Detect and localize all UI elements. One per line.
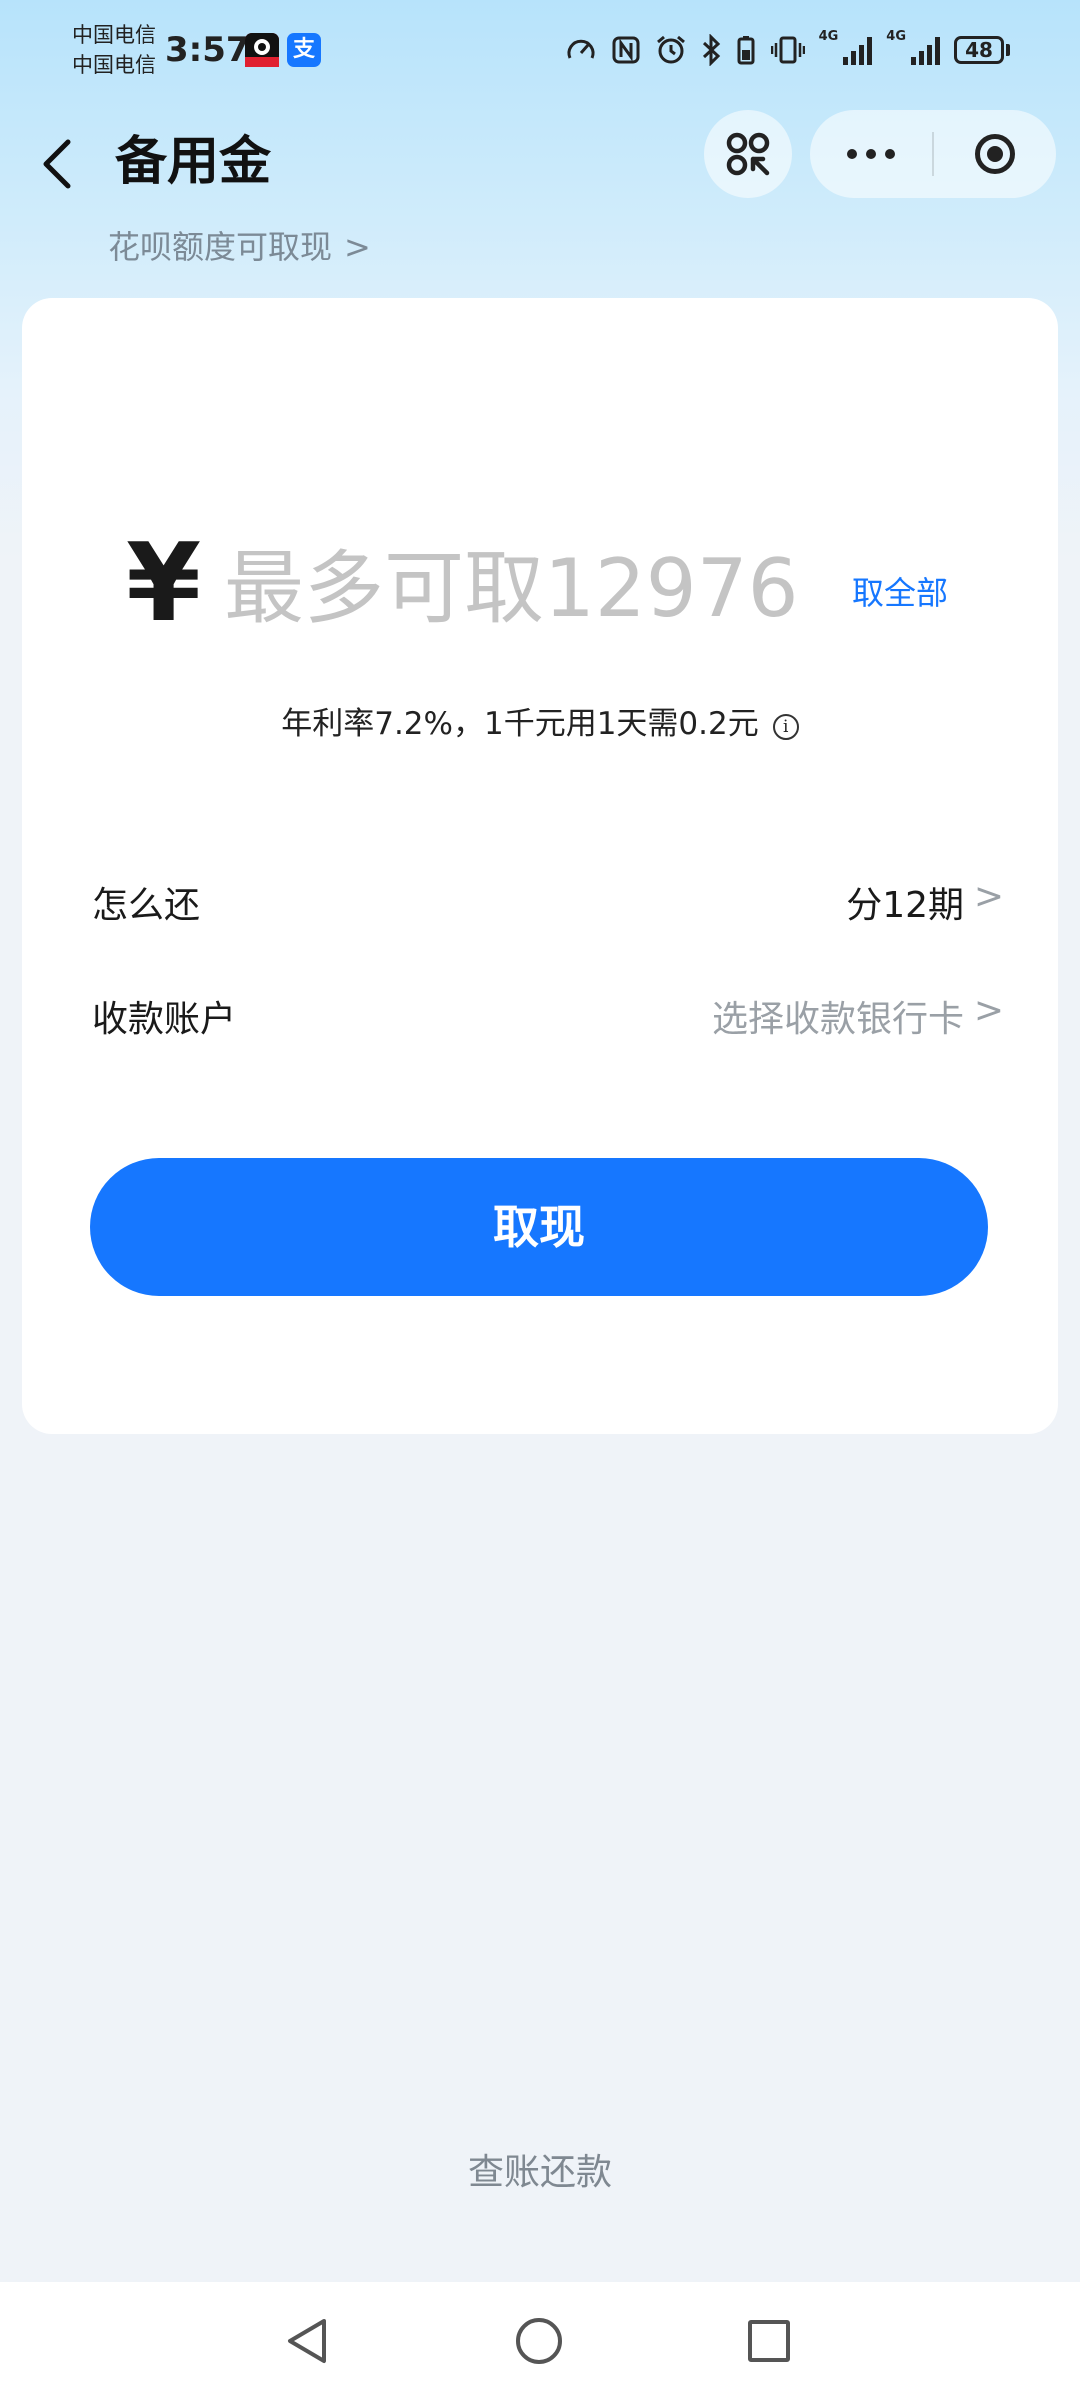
more-icon bbox=[847, 149, 857, 159]
huabei-cash-label: 花呗额度可取现 bbox=[108, 228, 333, 266]
back-button[interactable] bbox=[30, 124, 90, 204]
receive-account-row[interactable]: 收款账户 选择收款银行卡 > bbox=[92, 960, 1004, 1060]
home-circle-icon[interactable] bbox=[516, 2318, 562, 2364]
battery-icon: 48 bbox=[954, 36, 1010, 64]
battery-saver-icon bbox=[737, 36, 755, 65]
huabei-cash-link[interactable]: 花呗额度可取现 > bbox=[108, 222, 371, 268]
chevron-right-icon: > bbox=[344, 228, 371, 266]
mini-program-icon bbox=[726, 132, 770, 176]
page-title: 备用金 bbox=[115, 132, 272, 192]
repay-method-label: 怎么还 bbox=[92, 885, 201, 926]
status-icons: 4G 4G 48 bbox=[565, 29, 1010, 70]
network-type-1: 4G bbox=[818, 29, 839, 44]
signal-icon: 4G bbox=[819, 29, 873, 65]
more-button[interactable] bbox=[810, 110, 932, 198]
chevron-right-icon: > bbox=[973, 990, 1004, 1031]
system-nav-bar bbox=[0, 2282, 1080, 2400]
amount-input[interactable] bbox=[224, 542, 844, 634]
status-time: 3:57 bbox=[165, 30, 250, 70]
carrier-2: 中国电信 bbox=[72, 53, 156, 77]
nav-bar: 备用金 bbox=[0, 110, 1080, 230]
back-triangle-icon[interactable] bbox=[282, 2315, 332, 2367]
carrier-info: 中国电信 中国电信 bbox=[72, 20, 156, 80]
alipay-icon: 支 bbox=[287, 33, 321, 67]
bluetooth-icon bbox=[702, 34, 720, 66]
dingtalk-icon bbox=[245, 33, 279, 67]
repay-method-value: 分12期 bbox=[846, 885, 964, 926]
capsule-menu bbox=[810, 110, 1056, 198]
receive-account-value: 选择收款银行卡 bbox=[711, 999, 964, 1040]
mini-program-button[interactable] bbox=[704, 110, 792, 198]
withdraw-card: ¥ 取全部 年利率7.2%，1千元用1天需0.2元 i 怎么还 分12期 > 收款… bbox=[22, 298, 1058, 1434]
currency-symbol: ¥ bbox=[126, 521, 202, 646]
rate-text: 年利率7.2%，1千元用1天需0.2元 bbox=[281, 706, 759, 742]
carrier-1: 中国电信 bbox=[72, 23, 156, 47]
recent-square-icon[interactable] bbox=[748, 2320, 790, 2362]
chevron-left-icon bbox=[43, 139, 71, 189]
target-icon bbox=[975, 134, 1015, 174]
bill-repay-link[interactable]: 查账还款 bbox=[0, 2143, 1080, 2195]
receive-account-label: 收款账户 bbox=[92, 999, 237, 1040]
withdraw-button[interactable]: 取现 bbox=[90, 1158, 988, 1296]
nfc-icon bbox=[612, 36, 640, 64]
chevron-right-icon: > bbox=[973, 876, 1004, 917]
take-all-button[interactable]: 取全部 bbox=[852, 568, 948, 614]
speed-icon bbox=[567, 39, 595, 59]
alarm-icon bbox=[656, 35, 685, 64]
amount-row: ¥ 取全部 bbox=[22, 524, 1058, 648]
signal-icon: 4G bbox=[886, 29, 940, 65]
vibrate-icon bbox=[770, 36, 805, 64]
battery-level: 48 bbox=[954, 36, 1004, 64]
info-icon[interactable]: i bbox=[772, 714, 799, 740]
network-type-2: 4G bbox=[886, 29, 906, 44]
repay-method-row[interactable]: 怎么还 分12期 > bbox=[92, 846, 1004, 946]
rate-info: 年利率7.2%，1千元用1天需0.2元 i bbox=[22, 698, 1058, 743]
status-bar: 中国电信 中国电信 3:57 支 4G 4G 48 bbox=[0, 0, 1080, 110]
close-button[interactable] bbox=[934, 110, 1056, 198]
bill-repay-label: 查账还款 bbox=[467, 2152, 612, 2193]
